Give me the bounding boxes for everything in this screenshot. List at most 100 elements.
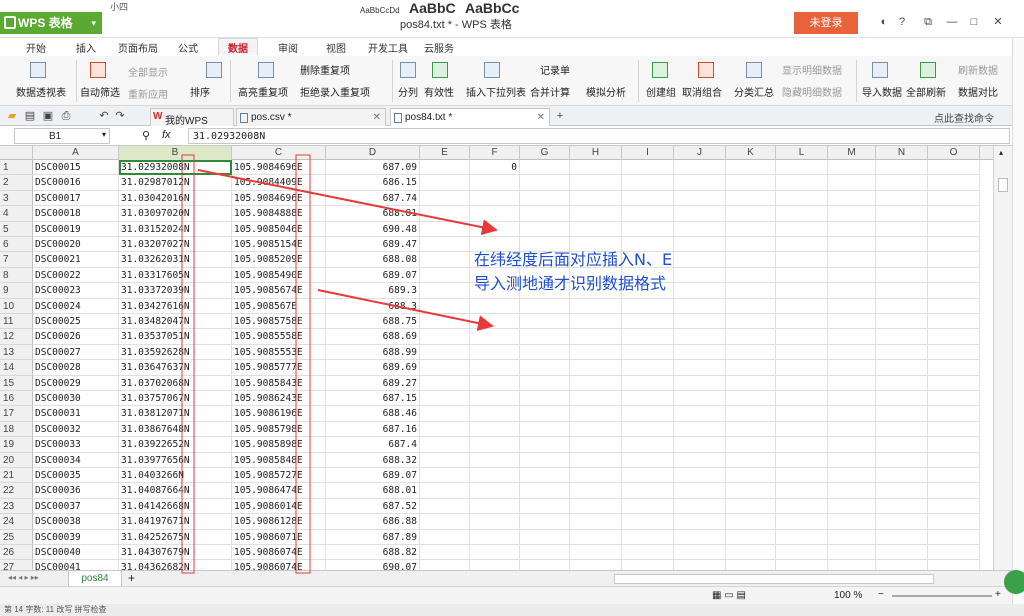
table-cell[interactable] bbox=[828, 560, 876, 570]
table-cell[interactable] bbox=[776, 452, 828, 468]
table-cell[interactable]: 31.04087664N bbox=[119, 483, 232, 499]
column-header[interactable]: D bbox=[326, 146, 420, 160]
spreadsheet-grid[interactable]: A B C D E F G H I J K L M N O 1 DSC00015 3… bbox=[0, 146, 1012, 570]
table-cell[interactable] bbox=[776, 190, 828, 207]
table-cell[interactable] bbox=[570, 160, 622, 176]
table-cell[interactable] bbox=[470, 560, 520, 570]
table-cell[interactable] bbox=[928, 483, 980, 499]
table-cell[interactable]: 105.9084696E bbox=[232, 160, 326, 176]
table-cell[interactable]: 31.03702068N bbox=[119, 375, 232, 391]
table-cell[interactable]: DSC00027 bbox=[33, 344, 119, 361]
table-cell[interactable] bbox=[420, 452, 470, 468]
table-cell[interactable] bbox=[726, 545, 776, 561]
table-cell[interactable]: 690.07 bbox=[326, 560, 420, 570]
table-cell[interactable] bbox=[570, 468, 622, 484]
table-cell[interactable]: DSC00024 bbox=[33, 298, 119, 314]
close-tab-icon[interactable]: ✕ bbox=[537, 112, 545, 123]
row-header[interactable]: 8 bbox=[0, 267, 33, 284]
select-all-corner[interactable] bbox=[0, 146, 33, 160]
table-cell[interactable] bbox=[928, 344, 980, 361]
table-cell[interactable] bbox=[470, 406, 520, 422]
table-cell[interactable] bbox=[776, 206, 828, 222]
table-cell[interactable] bbox=[470, 344, 520, 361]
table-cell[interactable]: DSC00025 bbox=[33, 314, 119, 330]
table-cell[interactable] bbox=[674, 206, 726, 222]
maximize-icon[interactable]: □ bbox=[966, 14, 982, 30]
highlight-duplicates-button[interactable]: 高亮重复项 bbox=[238, 84, 288, 99]
zoom-slider[interactable] bbox=[892, 595, 992, 597]
table-cell[interactable] bbox=[726, 298, 776, 314]
row-header[interactable]: 12 bbox=[0, 329, 33, 345]
column-header[interactable]: K bbox=[726, 146, 776, 160]
table-cell[interactable] bbox=[828, 283, 876, 299]
table-cell[interactable] bbox=[622, 452, 674, 468]
table-cell[interactable] bbox=[470, 298, 520, 314]
table-cell[interactable] bbox=[622, 221, 674, 237]
table-cell[interactable] bbox=[520, 545, 570, 561]
table-cell[interactable]: 687.4 bbox=[326, 437, 420, 453]
table-cell[interactable] bbox=[420, 468, 470, 484]
table-cell[interactable] bbox=[828, 314, 876, 330]
table-cell[interactable] bbox=[928, 421, 980, 438]
refresh-all-button[interactable]: 全部刷新 bbox=[906, 84, 946, 99]
row-header[interactable]: 10 bbox=[0, 298, 33, 314]
table-cell[interactable] bbox=[420, 421, 470, 438]
table-cell[interactable] bbox=[570, 498, 622, 515]
table-cell[interactable] bbox=[420, 206, 470, 222]
table-cell[interactable]: 31.03647637N bbox=[119, 360, 232, 376]
table-cell[interactable] bbox=[520, 298, 570, 314]
table-cell[interactable] bbox=[622, 206, 674, 222]
table-cell[interactable] bbox=[828, 160, 876, 176]
row-header[interactable]: 6 bbox=[0, 237, 33, 253]
table-cell[interactable]: DSC00023 bbox=[33, 283, 119, 299]
record-form-button[interactable]: 记录单 bbox=[540, 62, 570, 77]
table-cell[interactable] bbox=[928, 498, 980, 515]
table-cell[interactable]: 31.03482047N bbox=[119, 314, 232, 330]
table-cell[interactable] bbox=[570, 190, 622, 207]
column-header[interactable]: I bbox=[622, 146, 674, 160]
add-sheet-icon[interactable]: + bbox=[128, 571, 135, 585]
table-cell[interactable] bbox=[470, 468, 520, 484]
table-cell[interactable]: DSC00030 bbox=[33, 391, 119, 407]
tab-page-layout[interactable]: 页面布局 bbox=[118, 40, 158, 55]
tab-developer[interactable]: 开发工具 bbox=[368, 40, 408, 55]
table-cell[interactable] bbox=[726, 329, 776, 345]
table-cell[interactable] bbox=[520, 314, 570, 330]
validation-button[interactable]: 有效性 bbox=[424, 84, 454, 99]
table-cell[interactable] bbox=[876, 468, 928, 484]
table-cell[interactable] bbox=[420, 175, 470, 191]
row-header[interactable]: 25 bbox=[0, 529, 33, 545]
table-cell[interactable] bbox=[828, 267, 876, 284]
table-cell[interactable] bbox=[674, 252, 726, 268]
table-cell[interactable]: 689.07 bbox=[326, 267, 420, 284]
table-cell[interactable] bbox=[876, 314, 928, 330]
table-cell[interactable] bbox=[726, 514, 776, 530]
tab-insert[interactable]: 插入 bbox=[76, 40, 96, 55]
table-cell[interactable] bbox=[470, 437, 520, 453]
row-header[interactable]: 26 bbox=[0, 545, 33, 561]
table-cell[interactable]: 31.03097020N bbox=[119, 206, 232, 222]
table-cell[interactable] bbox=[776, 175, 828, 191]
table-cell[interactable] bbox=[674, 237, 726, 253]
table-cell[interactable] bbox=[928, 514, 980, 530]
row-header[interactable]: 7 bbox=[0, 252, 33, 268]
table-cell[interactable] bbox=[776, 360, 828, 376]
login-button[interactable]: 未登录 bbox=[794, 12, 858, 34]
table-cell[interactable]: 31.03317605N bbox=[119, 267, 232, 284]
table-cell[interactable] bbox=[876, 498, 928, 515]
table-cell[interactable]: DSC00032 bbox=[33, 421, 119, 438]
table-cell[interactable]: 31.03042016N bbox=[119, 190, 232, 207]
tab-pos-csv[interactable]: pos.csv * ✕ bbox=[236, 108, 386, 126]
table-cell[interactable] bbox=[420, 160, 470, 176]
table-cell[interactable]: 105.9084888E bbox=[232, 206, 326, 222]
table-cell[interactable] bbox=[776, 391, 828, 407]
table-cell[interactable] bbox=[570, 452, 622, 468]
table-cell[interactable] bbox=[570, 483, 622, 499]
zoom-out-icon[interactable]: − bbox=[878, 589, 884, 600]
table-cell[interactable] bbox=[928, 360, 980, 376]
table-cell[interactable] bbox=[928, 175, 980, 191]
table-cell[interactable] bbox=[570, 437, 622, 453]
row-header[interactable]: 16 bbox=[0, 391, 33, 407]
table-cell[interactable] bbox=[622, 175, 674, 191]
row-header[interactable]: 11 bbox=[0, 314, 33, 330]
